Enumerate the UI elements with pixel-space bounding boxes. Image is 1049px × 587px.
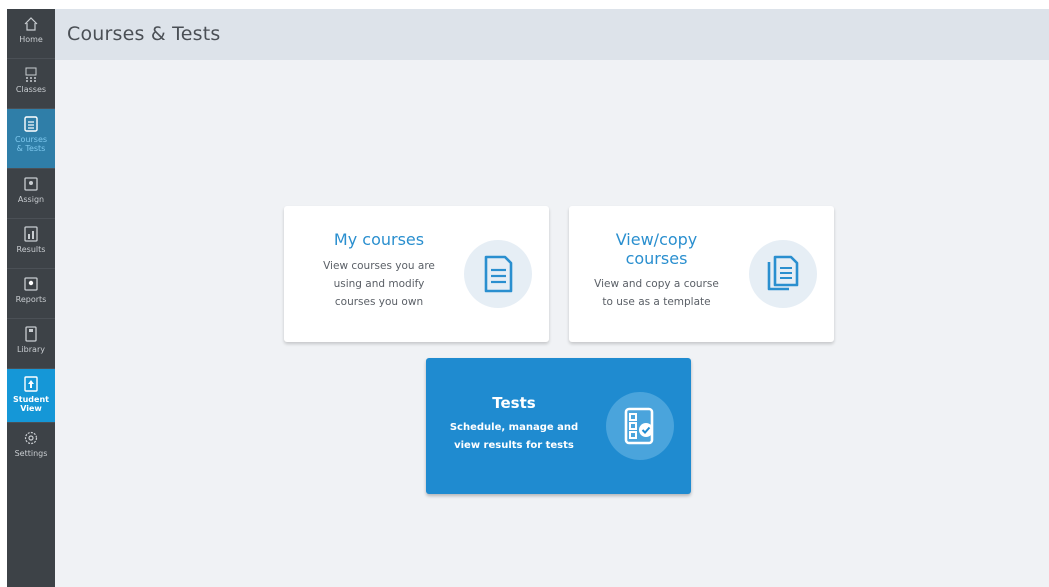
app-window: Home Classes Courses & Tests Assign Resu… — [7, 9, 1049, 587]
sidebar-item-label: Student View — [13, 395, 49, 413]
student-view-icon — [22, 375, 40, 393]
sidebar-item-label: Assign — [17, 195, 45, 204]
classes-icon — [22, 65, 40, 83]
sidebar-item-label: Home — [19, 35, 43, 44]
sidebar-item-settings[interactable]: Settings — [7, 423, 55, 473]
courses-icon — [22, 115, 40, 133]
sidebar-item-label: Classes — [15, 85, 47, 94]
document-icon — [464, 240, 532, 308]
page-title: Courses & Tests — [67, 23, 221, 45]
sidebar-item-courses-tests[interactable]: Courses & Tests — [7, 109, 55, 169]
sidebar-item-classes[interactable]: Classes — [7, 59, 55, 109]
sidebar-item-home[interactable]: Home — [7, 9, 55, 59]
page-header: Courses & Tests — [55, 9, 1049, 60]
sidebar-item-label: Reports — [15, 295, 47, 304]
my-courses-card[interactable]: My courses View courses you are using an… — [284, 206, 549, 342]
sidebar-item-label: Results — [16, 245, 46, 254]
card-title: My courses — [333, 230, 425, 249]
settings-icon — [22, 429, 40, 447]
sidebar-item-student-view[interactable]: Student View — [7, 369, 55, 423]
home-icon — [22, 15, 40, 33]
tests-card[interactable]: Tests Schedule, manage and view results … — [426, 358, 691, 494]
library-icon — [22, 325, 40, 343]
card-title: View/copy courses — [615, 230, 698, 268]
card-title: Tests — [492, 394, 536, 412]
sidebar: Home Classes Courses & Tests Assign Resu… — [7, 9, 55, 587]
results-icon — [22, 225, 40, 243]
card-description: View and copy a course to use as a templ… — [594, 278, 719, 308]
sidebar-item-assign[interactable]: Assign — [7, 169, 55, 219]
sidebar-item-results[interactable]: Results — [7, 219, 55, 269]
sidebar-item-label: Library — [17, 345, 45, 354]
card-description: View courses you are using and modify co… — [323, 260, 435, 308]
sidebar-item-library[interactable]: Library — [7, 319, 55, 369]
view-copy-courses-card[interactable]: View/copy courses View and copy a course… — [569, 206, 834, 342]
reports-icon — [22, 275, 40, 293]
sidebar-item-label: Courses & Tests — [14, 135, 48, 153]
sidebar-item-reports[interactable]: Reports — [7, 269, 55, 319]
sidebar-item-label: Settings — [14, 449, 48, 458]
copy-document-icon — [749, 240, 817, 308]
card-description: Schedule, manage and view results for te… — [449, 422, 579, 451]
assign-icon — [22, 175, 40, 193]
checklist-icon — [606, 392, 674, 460]
